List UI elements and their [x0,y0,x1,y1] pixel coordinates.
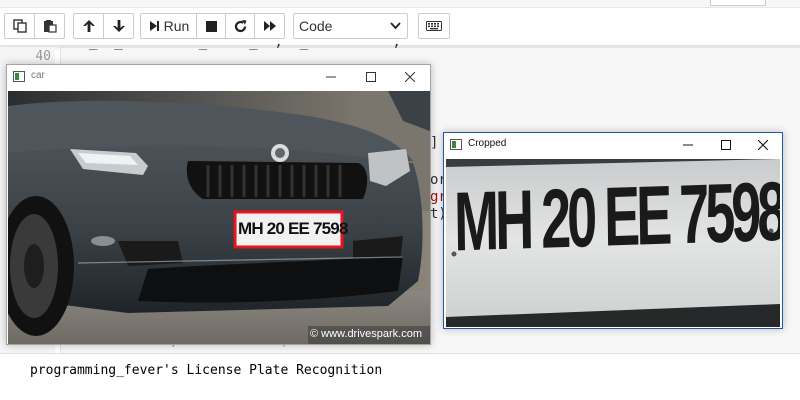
notebook-page: Run Code 40 _ _ _ _ , _ ,] or gr t) pro… [0,0,800,400]
minimize-button[interactable] [312,65,350,89]
run-label: Run [163,18,190,34]
run-icon [149,21,159,31]
keyboard-icon [426,21,442,31]
close-button[interactable] [391,65,429,89]
cropped-plate-image: MH 20 EE 7598 [446,159,780,327]
car-image: MH 20 EE 7598 © www.drivespark.com [8,91,430,344]
window-app-icon [450,139,462,150]
clipboard-group [4,13,65,39]
move-down-icon [112,20,125,32]
close-icon [758,140,768,150]
command-palette-button[interactable] [418,13,450,39]
paste-cells-icon [43,20,57,33]
cell-output-text: programming_fever's License Plate Recogn… [30,363,383,378]
car-window-title: car [31,70,45,81]
minimize-icon [326,76,336,78]
watermark-text: © www.drivespark.com [310,328,423,340]
code-fragment-1: ] [430,135,439,151]
car-plate-text: MH 20 EE 7598 [238,219,348,238]
move-up-icon [82,20,95,32]
car-window-titlebar[interactable]: car [7,65,430,89]
car-window[interactable]: car MH 20 EE 7598 © www.drivespark.com [6,64,431,345]
restart-icon [234,19,246,32]
copy-cells-button[interactable] [4,13,35,39]
maximize-button[interactable] [352,65,390,89]
cell-prompt-number: 40 [35,49,51,64]
window-app-icon [13,71,25,82]
close-button[interactable] [744,133,782,157]
cropped-plate-text: MH 20 EE 7598 [453,165,780,270]
close-icon [405,72,415,82]
cropped-window-titlebar[interactable]: Cropped [444,133,782,157]
restart-run-all-icon [263,21,276,31]
cropped-window[interactable]: Cropped MH 20 EE 7598 [443,132,783,329]
copy-cells-icon [12,19,27,33]
chevron-down-icon [390,22,401,30]
paste-cells-button[interactable] [34,13,65,39]
minimize-icon [683,144,693,146]
maximize-icon [366,72,376,82]
cell-type-value: Code [299,18,333,34]
menu-strip [0,0,800,8]
menu-fragment [710,0,766,6]
stop-icon [205,20,217,32]
car-photo [8,91,430,344]
output-divider [0,353,800,354]
maximize-icon [721,140,731,150]
code-line-fragment: _ _ _ _ , _ , [89,34,401,50]
cropped-window-title: Cropped [468,138,507,149]
maximize-button[interactable] [707,133,745,157]
minimize-button[interactable] [669,133,707,157]
